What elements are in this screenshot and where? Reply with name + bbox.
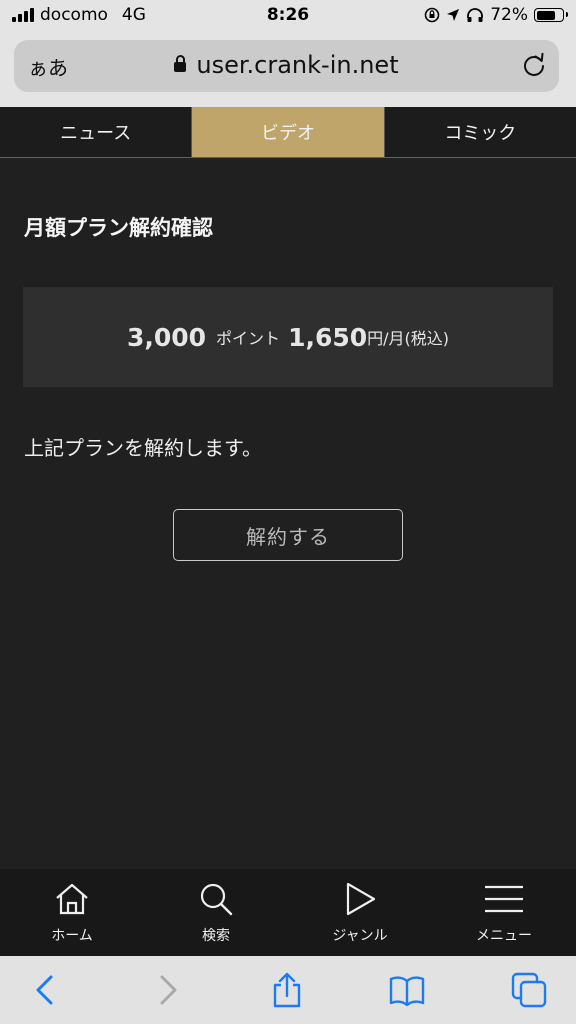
- headphones-icon: [467, 8, 484, 22]
- category-tabs: ニュース ビデオ コミック: [0, 107, 576, 158]
- tab-video[interactable]: ビデオ: [191, 107, 385, 157]
- search-icon: [200, 883, 233, 916]
- nav-menu-label: メニュー: [476, 928, 532, 944]
- lock-icon: [174, 55, 187, 72]
- nav-genre-label: ジャンル: [332, 928, 388, 944]
- site-bottom-nav: ホーム 検索 ジャンル メニュー: [0, 869, 576, 956]
- nav-menu[interactable]: メニュー: [432, 869, 576, 956]
- nav-genre[interactable]: ジャンル: [288, 869, 432, 956]
- nav-search-label: 検索: [202, 928, 230, 944]
- play-icon: [346, 882, 376, 916]
- back-icon[interactable]: [27, 972, 63, 1008]
- browser-chrome: docomo 4G 8:26 72% ぁあ user.crank-in.net: [0, 0, 576, 107]
- bookmarks-icon[interactable]: [389, 972, 425, 1008]
- page-title: 月額プラン解約確認: [24, 216, 213, 240]
- cancel-subscription-button[interactable]: 解約する: [173, 509, 403, 561]
- battery-percent: 72%: [490, 5, 528, 25]
- plan-summary: 3,000 ポイント 1,650 円/月(税込): [23, 287, 553, 387]
- home-icon: [56, 883, 88, 915]
- plan-price: 1,650: [288, 322, 368, 352]
- plan-price-unit: 円/月(税込): [367, 329, 450, 348]
- cancel-description: 上記プランを解約します。: [24, 436, 262, 460]
- plan-points-label: ポイント: [216, 329, 281, 348]
- status-bar: docomo 4G 8:26 72%: [0, 0, 576, 32]
- nav-home[interactable]: ホーム: [0, 869, 144, 956]
- plan-points: 3,000: [126, 322, 207, 352]
- browser-toolbar: [0, 956, 576, 1024]
- nav-home-label: ホーム: [51, 928, 93, 944]
- share-icon[interactable]: [269, 972, 305, 1008]
- url-text: user.crank-in.net: [196, 51, 399, 79]
- menu-icon: [485, 885, 523, 913]
- rotation-lock-icon: [424, 7, 440, 23]
- tabs-icon[interactable]: [511, 972, 547, 1008]
- tab-news[interactable]: ニュース: [0, 107, 191, 157]
- address-bar[interactable]: ぁあ user.crank-in.net: [14, 40, 559, 92]
- location-icon: [447, 9, 460, 21]
- status-right: 72%: [424, 5, 568, 25]
- reload-icon[interactable]: [521, 52, 547, 78]
- forward-icon[interactable]: [150, 972, 186, 1008]
- url-display[interactable]: user.crank-in.net: [14, 51, 559, 79]
- nav-search[interactable]: 検索: [144, 869, 288, 956]
- tab-comic[interactable]: コミック: [385, 107, 576, 157]
- battery-icon: [534, 8, 568, 22]
